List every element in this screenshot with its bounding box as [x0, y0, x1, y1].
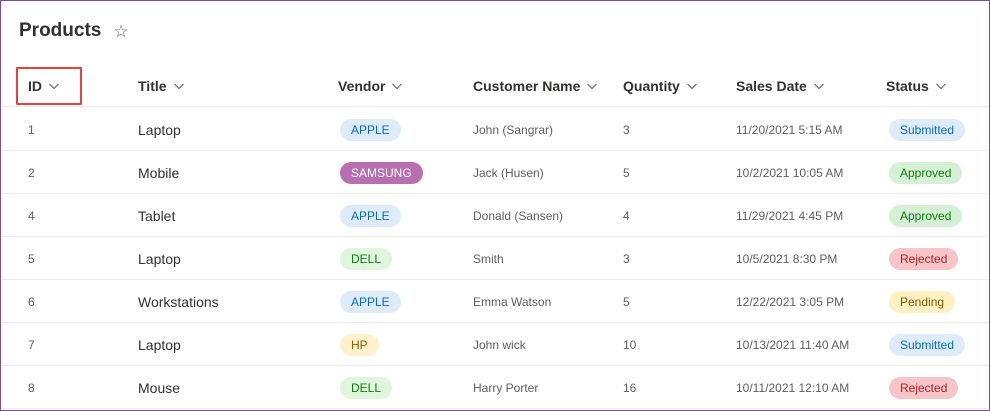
cell-customer-name: Donald (Sansen)	[473, 208, 564, 223]
column-header-id[interactable]: ID	[28, 65, 60, 107]
table-row[interactable]: 4 Tablet APPLE Donald (Sansen) 4 11/29/2021 4…	[1, 194, 989, 237]
cell-title: Laptop	[138, 121, 181, 138]
chevron-down-icon	[173, 80, 185, 92]
status-badge: Approved	[889, 204, 963, 227]
status-badge: Rejected	[889, 247, 959, 270]
column-header-quantity[interactable]: Quantity	[623, 65, 698, 107]
cell-quantity: 5	[623, 165, 630, 180]
cell-customer-name: Emma Watson	[473, 294, 552, 309]
cell-quantity: 10	[623, 337, 637, 352]
cell-title: Laptop	[138, 250, 181, 267]
chevron-down-icon	[391, 80, 403, 92]
table-row[interactable]: 7 Laptop HP John wick 10 10/13/2021 11:40 AM S…	[1, 323, 989, 366]
page-title: Products	[19, 20, 102, 41]
vendor-pill: DELL	[340, 376, 393, 399]
cell-vendor: DELL	[340, 366, 393, 409]
column-header-sales-date-label: Sales Date	[736, 78, 807, 94]
column-header-customer-name[interactable]: Customer Name	[473, 65, 598, 107]
chevron-down-icon	[48, 80, 60, 92]
cell-sales-date: 10/2/2021 10:05 AM	[736, 165, 844, 180]
column-header-vendor-label: Vendor	[338, 78, 386, 94]
cell-sales-date: 11/29/2021 4:45 PM	[736, 208, 844, 223]
cell-vendor: SAMSUNG	[340, 151, 423, 194]
cell-status: Submitted	[889, 323, 966, 366]
cell-vendor: DELL	[340, 237, 393, 280]
vendor-pill: APPLE	[340, 118, 401, 141]
cell-sales-date: 11/20/2021 5:15 AM	[736, 122, 843, 137]
cell-id: 4	[28, 208, 35, 223]
column-header-sales-date[interactable]: Sales Date	[736, 65, 825, 107]
favorite-star-icon[interactable]: ☆	[113, 23, 128, 40]
cell-vendor: HP	[340, 323, 379, 366]
cell-id: 2	[28, 165, 35, 180]
column-header-id-label: ID	[28, 78, 42, 94]
cell-sales-date: 10/11/2021 12:10 AM	[736, 380, 850, 395]
cell-id: 7	[28, 337, 35, 352]
table-row[interactable]: 1 Laptop APPLE John (Sangrar) 3 11/20/2021 5:…	[1, 108, 989, 151]
vendor-pill: HP	[340, 333, 379, 356]
cell-quantity: 16	[623, 380, 637, 395]
cell-title: Workstations	[138, 293, 219, 310]
column-header-title[interactable]: Title	[138, 65, 185, 107]
cell-status: Approved	[889, 194, 963, 237]
cell-quantity: 3	[623, 251, 630, 266]
chevron-down-icon	[686, 80, 698, 92]
cell-status: Pending	[889, 280, 956, 323]
column-header-row: ID Title Vendor Customer Name Quantity S…	[1, 65, 989, 107]
cell-title: Mouse	[138, 379, 181, 396]
cell-id: 8	[28, 380, 35, 395]
list-view: Products ☆ ID Title Vendor Customer Name…	[0, 0, 990, 411]
column-header-status[interactable]: Status	[886, 65, 947, 107]
cell-vendor: APPLE	[340, 194, 401, 237]
cell-customer-name: Jack (Husen)	[473, 165, 544, 180]
cell-status: Submitted	[889, 108, 966, 151]
status-badge: Approved	[889, 161, 963, 184]
cell-quantity: 5	[623, 294, 630, 309]
cell-title: Mobile	[138, 164, 180, 181]
cell-status: Approved	[889, 151, 963, 194]
cell-sales-date: 10/13/2021 11:40 AM	[736, 337, 850, 352]
chevron-down-icon	[813, 80, 825, 92]
column-header-title-label: Title	[138, 78, 167, 94]
cell-id: 1	[28, 122, 35, 137]
cell-title: Laptop	[138, 336, 181, 353]
cell-quantity: 3	[623, 122, 630, 137]
status-badge: Pending	[889, 290, 956, 313]
cell-title: Tablet	[138, 207, 176, 224]
cell-customer-name: Smith	[473, 251, 504, 266]
cell-vendor: APPLE	[340, 280, 401, 323]
cell-customer-name: John (Sangrar)	[473, 122, 554, 137]
column-header-customer-name-label: Customer Name	[473, 78, 581, 94]
column-header-quantity-label: Quantity	[623, 78, 680, 94]
cell-sales-date: 10/5/2021 8:30 PM	[736, 251, 838, 266]
table-row[interactable]: 8 Mouse DELL Harry Porter 16 10/11/2021 12:10…	[1, 366, 989, 409]
column-header-vendor[interactable]: Vendor	[338, 65, 403, 107]
title-row: Products ☆	[19, 17, 129, 45]
status-badge: Submitted	[889, 118, 966, 141]
table-row[interactable]: 2 Mobile SAMSUNG Jack (Husen) 5 10/2/2021 10:…	[1, 151, 989, 194]
table-row[interactable]: 6 Workstations APPLE Emma Watson 5 12/22/2021…	[1, 280, 989, 323]
cell-id: 6	[28, 294, 35, 309]
cell-customer-name: John wick	[473, 337, 526, 352]
chevron-down-icon	[935, 80, 947, 92]
cell-sales-date: 12/22/2021 3:05 PM	[736, 294, 845, 309]
cell-vendor: APPLE	[340, 108, 401, 151]
cell-quantity: 4	[623, 208, 630, 223]
vendor-pill: APPLE	[340, 290, 401, 313]
vendor-pill: SAMSUNG	[340, 161, 423, 184]
vendor-pill: DELL	[340, 247, 393, 270]
chevron-down-icon	[586, 80, 598, 92]
column-header-status-label: Status	[886, 78, 929, 94]
cell-status: Rejected	[889, 237, 959, 280]
vendor-pill: APPLE	[340, 204, 401, 227]
status-badge: Rejected	[889, 376, 959, 399]
cell-status: Rejected	[889, 366, 959, 409]
cell-id: 5	[28, 251, 35, 266]
status-badge: Submitted	[889, 333, 966, 356]
table-row[interactable]: 5 Laptop DELL Smith 3 10/5/2021 8:30 PM Reject…	[1, 237, 989, 280]
cell-customer-name: Harry Porter	[473, 380, 539, 395]
